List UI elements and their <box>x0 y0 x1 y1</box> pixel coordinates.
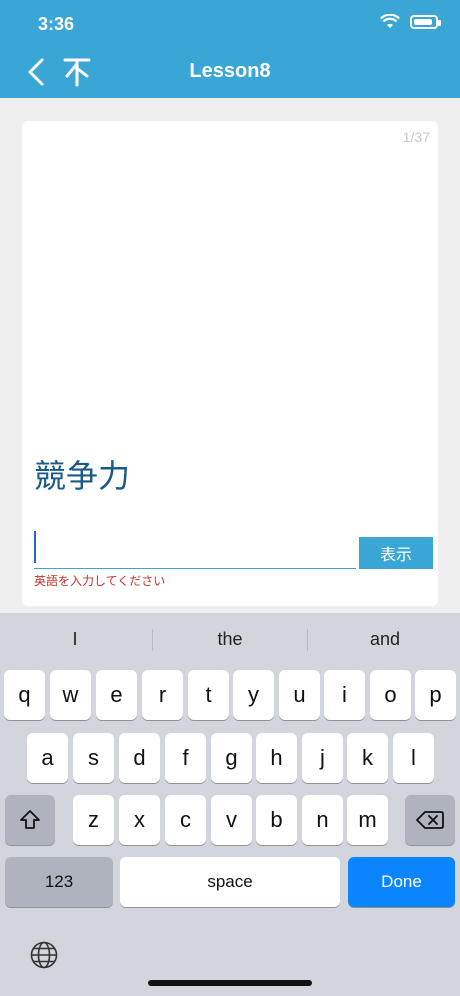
key-r[interactable]: r <box>142 670 183 720</box>
home-indicator <box>148 980 312 986</box>
shift-key[interactable] <box>5 795 55 845</box>
key-j[interactable]: j <box>302 733 343 783</box>
japanese-word: 競争力 <box>34 457 131 495</box>
key-l[interactable]: l <box>393 733 434 783</box>
suggestion-1[interactable]: I <box>0 629 150 650</box>
space-key[interactable]: space <box>120 857 340 907</box>
key-g[interactable]: g <box>211 733 252 783</box>
wifi-icon <box>380 14 400 28</box>
done-key[interactable]: Done <box>348 857 455 907</box>
key-z[interactable]: z <box>73 795 114 845</box>
key-i[interactable]: i <box>324 670 365 720</box>
battery-icon <box>410 15 441 29</box>
status-icons <box>380 14 441 30</box>
key-v[interactable]: v <box>211 795 252 845</box>
key-u[interactable]: u <box>279 670 320 720</box>
key-d[interactable]: d <box>119 733 160 783</box>
status-time: 3:36 <box>38 14 75 34</box>
card-counter: 1/37 <box>402 129 430 145</box>
key-o[interactable]: o <box>370 670 411 720</box>
key-q[interactable]: q <box>4 670 45 720</box>
globe-icon[interactable] <box>29 940 59 970</box>
input-hint: 英語を入力してください <box>34 574 166 588</box>
key-h[interactable]: h <box>256 733 297 783</box>
key-t[interactable]: t <box>188 670 229 720</box>
key-m[interactable]: m <box>347 795 388 845</box>
key-p[interactable]: p <box>415 670 456 720</box>
flashcard: 1/37 競争力 表示 英語を入力してください <box>22 121 438 606</box>
show-answer-button[interactable]: 表示 <box>359 537 433 569</box>
text-caret <box>34 531 36 563</box>
key-y[interactable]: y <box>233 670 274 720</box>
key-n[interactable]: n <box>302 795 343 845</box>
backspace-icon <box>416 811 444 829</box>
key-c[interactable]: c <box>165 795 206 845</box>
key-w[interactable]: w <box>50 670 91 720</box>
key-e[interactable]: e <box>96 670 137 720</box>
suggestion-2[interactable]: the <box>155 629 305 650</box>
key-s[interactable]: s <box>73 733 114 783</box>
backspace-key[interactable] <box>405 795 455 845</box>
page-title: Lesson8 <box>189 60 271 82</box>
keyboard: I the and q w e r t y u i o p a s d f g … <box>0 613 460 996</box>
numbers-key[interactable]: 123 <box>5 857 113 907</box>
key-a[interactable]: a <box>27 733 68 783</box>
top-bar: 3:36 Lesson8 <box>0 0 460 98</box>
key-f[interactable]: f <box>165 733 206 783</box>
suggestion-divider <box>152 629 153 651</box>
key-x[interactable]: x <box>119 795 160 845</box>
suggestion-divider <box>307 629 308 651</box>
answer-input[interactable] <box>34 529 356 569</box>
key-k[interactable]: k <box>347 733 388 783</box>
suggestion-3[interactable]: and <box>310 629 460 650</box>
shift-icon <box>20 810 40 829</box>
key-b[interactable]: b <box>256 795 297 845</box>
